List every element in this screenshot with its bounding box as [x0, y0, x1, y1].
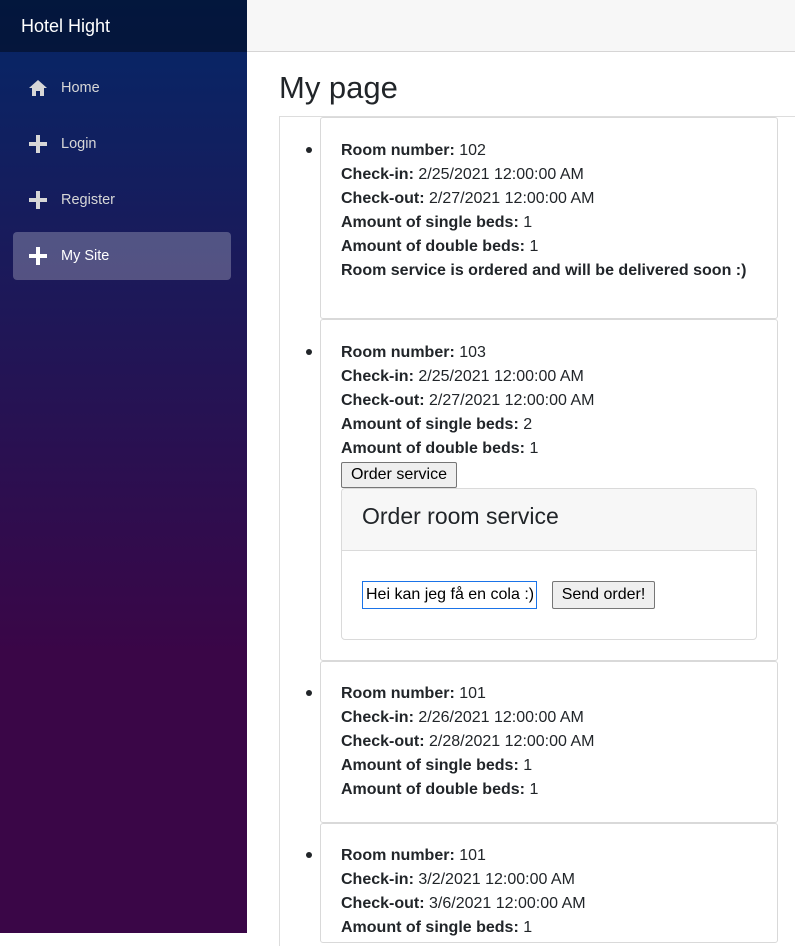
brand-bar: Hotel Hight [0, 0, 247, 52]
check-out: 3/6/2021 12:00:00 AM [429, 895, 586, 912]
room-number-line: Room number: 101 [341, 685, 486, 702]
room-service-status: Room service is ordered and will be deli… [341, 262, 747, 279]
room-number-line: Room number: 101 [341, 847, 486, 864]
nav-item-label: Home [61, 80, 100, 96]
nav-item-home[interactable]: Home [13, 64, 231, 112]
check-in: 2/25/2021 12:00:00 AM [418, 368, 584, 385]
top-row [247, 0, 795, 52]
plus-icon [26, 244, 50, 268]
check-in: 2/25/2021 12:00:00 AM [418, 166, 584, 183]
single-beds: 1 [523, 919, 533, 936]
order-service-button[interactable]: Order service [341, 462, 457, 488]
check-out: 2/27/2021 12:00:00 AM [429, 190, 595, 207]
list-bullet [306, 349, 312, 355]
check-out-line: Check-out: 3/6/2021 12:00:00 AM [341, 895, 586, 912]
single-beds: 2 [523, 416, 533, 433]
order-text-input[interactable] [362, 581, 537, 609]
single-beds-line: Amount of single beds: 1 [341, 757, 533, 774]
room-number-line: Room number: 102 [341, 142, 486, 159]
page-title: My page [279, 70, 398, 105]
check-out: 2/28/2021 12:00:00 AM [429, 733, 595, 750]
check-out: 2/27/2021 12:00:00 AM [429, 392, 595, 409]
double-beds: 1 [529, 440, 539, 457]
double-beds-line: Amount of double beds: 1 [341, 238, 539, 255]
nav-item-login[interactable]: Login [13, 120, 231, 168]
check-out-line: Check-out: 2/28/2021 12:00:00 AM [341, 733, 595, 750]
nav-item-label: Register [61, 192, 115, 208]
double-beds-line: Amount of double beds: 1 [341, 781, 539, 798]
list-bullet [306, 147, 312, 153]
nav-item-register[interactable]: Register [13, 176, 231, 224]
list-bullet [306, 690, 312, 696]
sidebar: Hotel Hight Home Login Register My Site [0, 0, 247, 933]
check-in-line: Check-in: 2/26/2021 12:00:00 AM [341, 709, 584, 726]
check-in: 3/2/2021 12:00:00 AM [418, 871, 575, 888]
booking-card: Room number: 101 Check-in: 3/2/2021 12:0… [320, 823, 778, 943]
home-icon [26, 76, 50, 100]
brand-link[interactable]: Hotel Hight [21, 16, 110, 37]
nav-item-label: My Site [61, 248, 110, 264]
panel-title: Order room service [362, 503, 559, 529]
check-out-line: Check-out: 2/27/2021 12:00:00 AM [341, 190, 595, 207]
check-out-line: Check-out: 2/27/2021 12:00:00 AM [341, 392, 595, 409]
single-beds-line: Amount of single beds: 1 [341, 919, 533, 936]
nav-menu: Home Login Register My Site [0, 52, 247, 280]
double-beds: 1 [529, 781, 539, 798]
single-beds: 1 [523, 757, 533, 774]
send-order-button[interactable]: Send order! [552, 581, 655, 609]
room-number: 101 [459, 847, 486, 864]
check-in-line: Check-in: 2/25/2021 12:00:00 AM [341, 166, 584, 183]
room-number: 103 [459, 344, 486, 361]
single-beds-line: Amount of single beds: 1 [341, 214, 533, 231]
room-number-line: Room number: 103 [341, 344, 486, 361]
check-in: 2/26/2021 12:00:00 AM [418, 709, 584, 726]
list-bullet [306, 852, 312, 858]
single-beds: 1 [523, 214, 533, 231]
plus-icon [26, 188, 50, 212]
order-room-service-panel: Order room service Send order! [341, 488, 757, 640]
room-number: 101 [459, 685, 486, 702]
check-in-line: Check-in: 2/25/2021 12:00:00 AM [341, 368, 584, 385]
room-number: 102 [459, 142, 486, 159]
nav-item-label: Login [61, 136, 97, 152]
double-beds: 1 [529, 238, 539, 255]
nav-item-my-site[interactable]: My Site [13, 232, 231, 280]
single-beds-line: Amount of single beds: 2 [341, 416, 533, 433]
double-beds-line: Amount of double beds: 1 [341, 440, 539, 457]
booking-card: Room number: 103 Check-in: 2/25/2021 12:… [320, 319, 778, 661]
check-in-line: Check-in: 3/2/2021 12:00:00 AM [341, 871, 575, 888]
booking-card: Room number: 102 Check-in: 2/25/2021 12:… [320, 117, 778, 319]
booking-card: Room number: 101 Check-in: 2/26/2021 12:… [320, 661, 778, 823]
plus-icon [26, 132, 50, 156]
